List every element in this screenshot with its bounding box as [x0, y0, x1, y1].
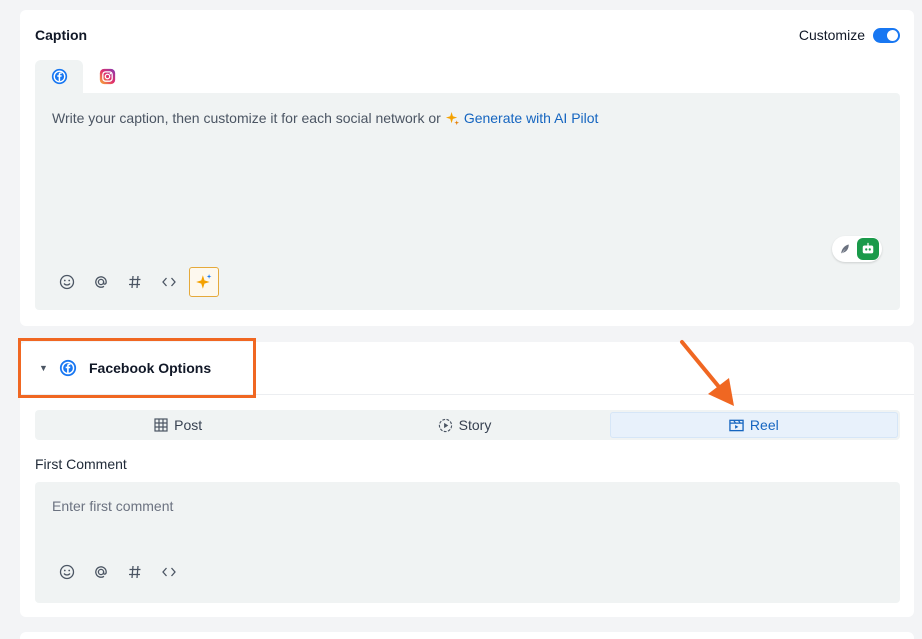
caption-placeholder-line: Write your caption, then customize it fo…	[52, 110, 598, 126]
generate-ai-link[interactable]: Generate with AI Pilot	[464, 110, 599, 126]
caption-toolbar	[57, 267, 219, 297]
facebook-icon	[51, 68, 67, 85]
robot-icon[interactable]	[857, 238, 879, 260]
hashtag-icon[interactable]	[125, 562, 144, 581]
ai-sparkle-button[interactable]	[189, 267, 219, 297]
hashtag-icon[interactable]	[125, 273, 144, 292]
next-section-card	[20, 632, 914, 639]
feather-icon[interactable]	[835, 239, 855, 259]
annotation-arrow-icon	[680, 340, 734, 406]
caption-placeholder: Write your caption, then customize it fo…	[52, 110, 441, 126]
reel-icon	[729, 419, 744, 432]
emoji-icon[interactable]	[57, 273, 76, 292]
facebook-options-header[interactable]: ▼ Facebook Options	[18, 338, 256, 398]
post-type-story[interactable]: Story	[321, 410, 607, 440]
post-type-label: Post	[174, 417, 203, 433]
post-type-post[interactable]: Post	[35, 410, 321, 440]
instagram-icon	[99, 68, 115, 85]
ai-sparkle-icon	[196, 274, 212, 289]
assistant-badges	[832, 236, 882, 262]
code-icon[interactable]	[159, 562, 178, 581]
tab-instagram[interactable]	[83, 60, 131, 93]
customize-control: Customize	[799, 27, 900, 43]
post-type-reel[interactable]: Reel	[609, 412, 898, 438]
post-type-label: Reel	[749, 417, 779, 433]
toggle-knob	[887, 29, 898, 41]
facebook-icon	[59, 359, 77, 377]
caret-down-icon: ▼	[39, 363, 48, 373]
mention-icon[interactable]	[91, 273, 110, 292]
comment-toolbar	[57, 562, 178, 581]
facebook-options-title: Facebook Options	[89, 360, 212, 376]
post-type-selector: Post Story Reel	[35, 410, 900, 440]
customize-label: Customize	[798, 27, 865, 43]
first-comment-editor[interactable]: Enter first comment	[35, 482, 900, 603]
caption-card: Caption Customize Write your caption, th…	[20, 10, 914, 326]
story-icon	[438, 418, 452, 432]
grid-icon	[154, 418, 168, 432]
sparkle-icon	[445, 111, 459, 125]
emoji-icon[interactable]	[57, 562, 76, 581]
first-comment-placeholder: Enter first comment	[52, 498, 174, 514]
caption-title: Caption	[35, 27, 88, 43]
first-comment-label: First Comment	[35, 456, 127, 472]
caption-editor[interactable]: Write your caption, then customize it fo…	[35, 93, 900, 310]
customize-toggle[interactable]	[873, 27, 900, 43]
mention-icon[interactable]	[91, 562, 110, 581]
code-icon[interactable]	[159, 273, 178, 292]
post-type-label: Story	[458, 417, 492, 433]
tab-facebook[interactable]	[35, 60, 83, 93]
